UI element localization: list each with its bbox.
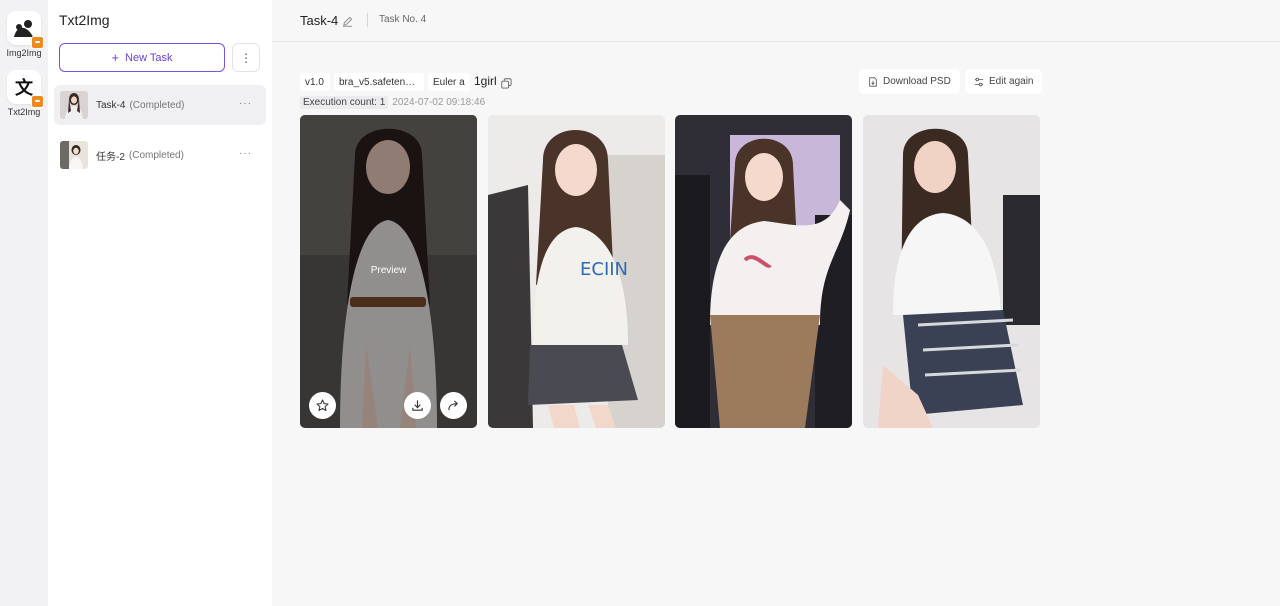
execution-count: Execution count: 1 — [300, 96, 389, 109]
share-arrow-icon — [448, 400, 459, 411]
task-more-icon[interactable]: ··· — [239, 148, 252, 159]
task-status: (Completed) — [128, 149, 184, 161]
execution-date: 2024-07-02 09:18:46 — [392, 97, 486, 108]
share-button[interactable] — [440, 392, 467, 419]
task-title: Task-4 — [300, 13, 339, 28]
task-header: Task-4 Task No. 4 — [272, 0, 1280, 42]
task-more-icon[interactable]: ··· — [239, 98, 252, 109]
main-panel: Task-4 Task No. 4 v1.0 bra_v5.safeten… E… — [272, 0, 1280, 606]
text-translate-icon: 文 — [7, 70, 44, 108]
file-download-icon — [869, 76, 877, 87]
rail-label: Img2Img — [6, 48, 42, 58]
task-thumbnail — [60, 141, 88, 169]
version-tag: v1.0 — [300, 73, 330, 91]
generated-image[interactable] — [675, 115, 852, 428]
rail-item-img2img[interactable]: Img2Img — [0, 11, 48, 58]
new-task-label: New Task — [125, 51, 173, 64]
task-thumbnail — [60, 91, 88, 119]
sidebar-title: Txt2Img — [59, 12, 110, 28]
generated-image[interactable] — [863, 115, 1040, 428]
app-rail: Img2Img 文 Txt2Img — [0, 0, 48, 606]
rail-label: Txt2Img — [7, 107, 41, 117]
preview-label[interactable]: Preview — [300, 265, 477, 276]
badge-icon — [31, 95, 44, 108]
generated-image[interactable]: ECIIN — [488, 115, 665, 428]
vertical-dots-icon: ⋮ — [240, 50, 252, 65]
task-item[interactable]: Task-4 (Completed) ··· — [54, 85, 266, 125]
more-options-button[interactable]: ⋮ — [232, 43, 260, 72]
generated-image[interactable]: Preview — [300, 115, 477, 428]
copy-icon[interactable] — [501, 76, 512, 94]
prompt-text: 1girl — [474, 74, 497, 88]
download-psd-button[interactable]: Download PSD — [859, 69, 960, 94]
badge-icon — [31, 36, 44, 49]
star-icon — [316, 399, 329, 412]
task-number: Task No. 4 — [379, 14, 427, 25]
svg-text:ECIIN: ECIIN — [580, 259, 628, 280]
task-item[interactable]: 任务-2 (Completed) ··· — [54, 135, 266, 175]
download-icon — [412, 400, 423, 411]
download-button[interactable] — [404, 392, 431, 419]
plus-icon: + — [111, 50, 120, 65]
sliders-icon — [974, 77, 984, 86]
execution-info: Execution count: 1 2024-07-02 09:18:46 — [300, 96, 485, 109]
image-content — [863, 115, 1040, 428]
model-tag: bra_v5.safeten… — [334, 73, 424, 91]
edit-pencil-icon[interactable] — [342, 14, 353, 32]
image-content: ECIIN — [488, 115, 665, 428]
edit-again-label: Edit again — [989, 76, 1034, 87]
task-name: Task-4 — [96, 99, 126, 111]
download-psd-label: Download PSD — [883, 76, 951, 87]
rail-item-txt2img[interactable]: 文 Txt2Img — [0, 70, 48, 117]
image-content — [675, 115, 852, 428]
edit-again-button[interactable]: Edit again — [965, 69, 1043, 94]
task-sidebar: Txt2Img + New Task ⋮ Task-4 (Completed) … — [48, 0, 272, 606]
favorite-button[interactable] — [309, 392, 336, 419]
sampler-tag: Euler a — [428, 73, 470, 91]
image-person-icon — [7, 11, 44, 49]
header-divider — [367, 13, 368, 27]
new-task-button[interactable]: + New Task — [59, 43, 225, 72]
task-name: 任务-2 — [96, 151, 125, 163]
task-status: (Completed) — [129, 99, 185, 111]
